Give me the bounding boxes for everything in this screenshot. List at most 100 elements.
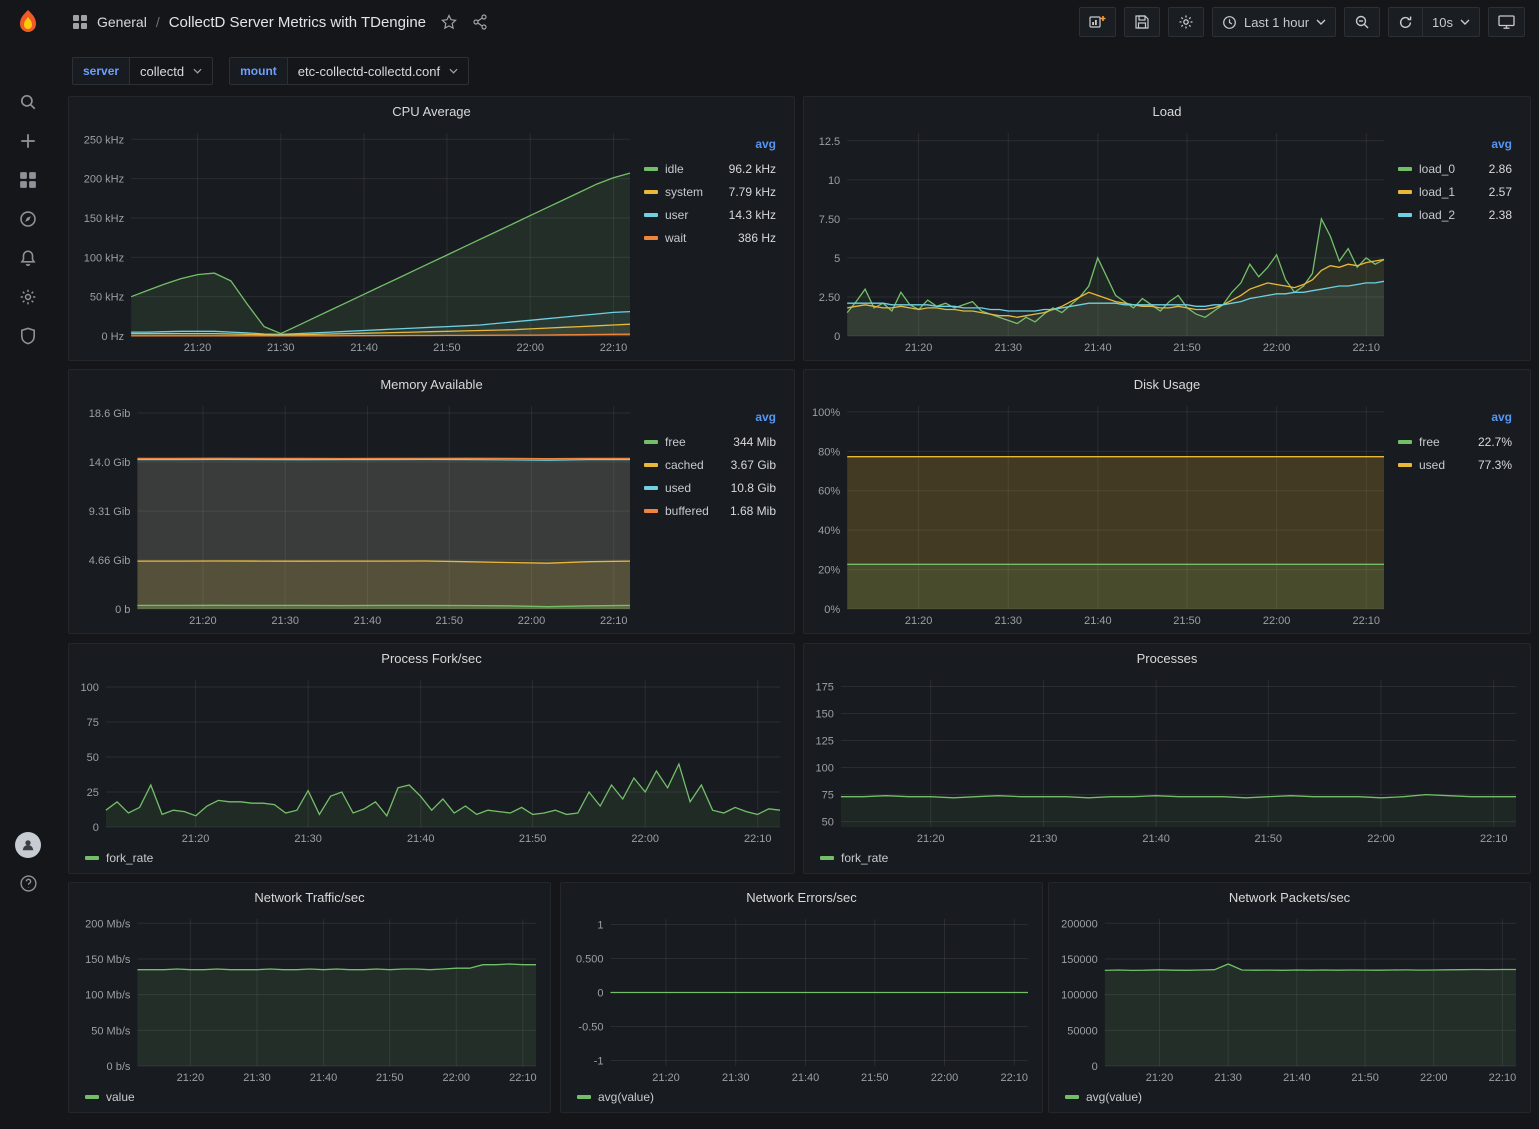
- y-tick-label: 5: [834, 253, 840, 265]
- x-tick-label: 21:50: [519, 833, 547, 845]
- x-tick-label: 21:40: [1084, 615, 1112, 627]
- y-tick-label: 50: [87, 752, 99, 764]
- series-color-swatch: [644, 486, 658, 490]
- legend-series-name: avg(value): [598, 1090, 654, 1104]
- legend-item-buffered[interactable]: buffered1.68 Mib: [644, 499, 776, 522]
- x-tick-label: 21:40: [1084, 342, 1112, 354]
- series-line-avg(value): [1105, 964, 1516, 970]
- zoom-out-button[interactable]: [1344, 7, 1380, 37]
- series-color-swatch: [1398, 213, 1412, 217]
- y-tick-label: 7.50: [819, 214, 840, 226]
- series-color-swatch: [1398, 167, 1412, 171]
- cycle-view-mode-button[interactable]: [1488, 7, 1525, 37]
- legend-item-fork_rate[interactable]: fork_rate: [820, 851, 888, 865]
- x-tick-label: 21:20: [182, 833, 210, 845]
- variable-server-value-dropdown[interactable]: collectd: [129, 57, 213, 85]
- legend-item-idle[interactable]: idle96.2 kHz: [644, 157, 776, 180]
- x-tick-label: 21:50: [435, 615, 463, 627]
- legend: avg(value): [565, 1086, 1038, 1108]
- y-tick-label: 80%: [818, 446, 840, 458]
- legend-item-free[interactable]: free344 Mib: [644, 430, 776, 453]
- x-tick-label: 21:40: [792, 1072, 820, 1084]
- series-line-used: [137, 460, 630, 461]
- refresh-interval-dropdown[interactable]: 10s: [1423, 7, 1480, 37]
- legend-item-avg(value)[interactable]: avg(value): [1065, 1090, 1142, 1104]
- series-color-swatch: [820, 856, 834, 860]
- legend-avg-value: 2.86: [1489, 162, 1512, 176]
- legend-item-used[interactable]: used77.3%: [1398, 453, 1512, 476]
- refresh-button[interactable]: [1388, 7, 1423, 37]
- legend-item-avg(value)[interactable]: avg(value): [577, 1090, 654, 1104]
- legend-item-system[interactable]: system7.79 kHz: [644, 180, 776, 203]
- y-tick-label: 0%: [824, 604, 840, 616]
- legend: avg(value): [1053, 1086, 1526, 1108]
- x-tick-label: 21:40: [407, 833, 435, 845]
- memory-available-chart: 0 b4.66 Gib9.31 Gib14.0 Gib18.6 Gib21:20…: [73, 398, 640, 629]
- legend-item-load_0[interactable]: load_02.86: [1398, 157, 1512, 180]
- legend-item-user[interactable]: user 14.3 kHz: [644, 203, 776, 226]
- legend-item-value[interactable]: value: [85, 1090, 135, 1104]
- legend-series-name: buffered: [665, 504, 709, 518]
- x-tick-label: 21:40: [350, 342, 378, 354]
- chevron-down-icon: [449, 68, 458, 74]
- y-tick-label: 9.31 Gib: [89, 506, 131, 518]
- configuration-gear-icon[interactable]: [16, 285, 40, 309]
- refresh-controls: 10s: [1388, 7, 1480, 37]
- toolbar-actions: Last 1 hour 10s: [1079, 7, 1525, 37]
- panel-title[interactable]: Network Packets/sec: [1049, 883, 1530, 911]
- explore-compass-icon[interactable]: [16, 207, 40, 231]
- alerting-bell-icon[interactable]: [16, 246, 40, 270]
- series-area-idle: [131, 173, 630, 336]
- series-area-avg(value): [1105, 964, 1516, 1066]
- panel-title[interactable]: Load: [804, 97, 1530, 125]
- save-dashboard-button[interactable]: [1124, 7, 1160, 37]
- legend-item-used[interactable]: used10.8 Gib: [644, 476, 776, 499]
- series-color-swatch: [1398, 190, 1412, 194]
- star-icon[interactable]: [441, 14, 457, 30]
- panel-title[interactable]: CPU Average: [69, 97, 794, 125]
- server-admin-shield-icon[interactable]: [16, 324, 40, 348]
- chart-area: 507510012515017521:2021:3021:4021:5022:0…: [808, 672, 1526, 847]
- variable-mount-value-dropdown[interactable]: etc-collectd-collectd.conf: [287, 57, 469, 85]
- panel-title[interactable]: Disk Usage: [804, 370, 1530, 398]
- dashboard-grid-icon: [72, 14, 88, 30]
- legend-item-cached[interactable]: cached3.67 Gib: [644, 453, 776, 476]
- panel-title[interactable]: Memory Available: [69, 370, 794, 398]
- legend-series-name: user: [665, 208, 688, 222]
- share-icon[interactable]: [472, 14, 488, 30]
- legend-item-fork_rate[interactable]: fork_rate: [85, 851, 153, 865]
- panel-title[interactable]: Process Fork/sec: [69, 644, 794, 672]
- panel-title[interactable]: Network Errors/sec: [561, 883, 1042, 911]
- legend-item-load_2[interactable]: load_22.38: [1398, 203, 1512, 226]
- time-range-picker[interactable]: Last 1 hour: [1212, 7, 1336, 37]
- x-tick-label: 22:00: [516, 342, 544, 354]
- dashboard-settings-button[interactable]: [1168, 7, 1204, 37]
- search-icon[interactable]: [16, 90, 40, 114]
- processes-chart: 507510012515017521:2021:3021:4021:5022:0…: [808, 672, 1526, 847]
- legend-series-name: used: [1419, 458, 1445, 472]
- network-errors-chart: -1-0.5000.500121:2021:3021:4021:5022:002…: [565, 911, 1038, 1086]
- legend-item-load_1[interactable]: load_12.57: [1398, 180, 1512, 203]
- create-plus-icon[interactable]: [16, 129, 40, 153]
- breadcrumb-folder[interactable]: General: [97, 14, 147, 30]
- legend-item-wait[interactable]: wait386 Hz: [644, 226, 776, 249]
- x-tick-label: 21:40: [1142, 833, 1170, 845]
- dashboard-title[interactable]: CollectD Server Metrics with TDengine: [169, 14, 426, 31]
- legend: fork_rate: [808, 847, 1526, 869]
- x-tick-label: 21:30: [267, 342, 295, 354]
- y-tick-label: 200 kHz: [84, 174, 124, 186]
- help-icon[interactable]: [16, 871, 40, 895]
- panel-title[interactable]: Processes: [804, 644, 1530, 672]
- legend-avg-value: 10.8 Gib: [731, 481, 776, 495]
- grafana-logo[interactable]: [13, 8, 43, 38]
- legend-item-free[interactable]: free22.7%: [1398, 430, 1512, 453]
- y-tick-label: 0: [93, 822, 99, 834]
- dashboards-icon[interactable]: [16, 168, 40, 192]
- series-area-fork_rate: [841, 795, 1516, 827]
- legend-avg-value: 14.3 kHz: [729, 208, 776, 222]
- user-avatar[interactable]: [15, 832, 41, 858]
- user-profile[interactable]: [0, 832, 56, 858]
- panel-title[interactable]: Network Traffic/sec: [69, 883, 550, 911]
- add-panel-button[interactable]: [1079, 7, 1116, 37]
- legend-avg-value: 22.7%: [1478, 435, 1512, 449]
